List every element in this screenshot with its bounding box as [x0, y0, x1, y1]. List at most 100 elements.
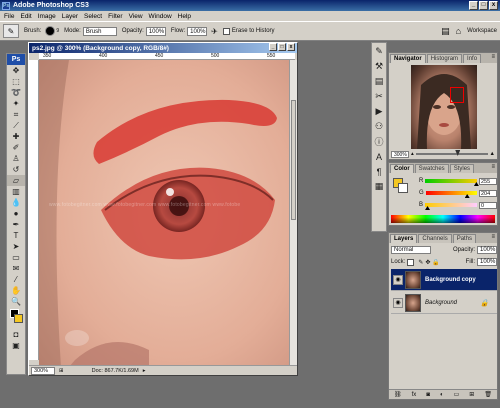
vertical-scrollbar[interactable]	[289, 60, 297, 367]
menu-help[interactable]: Help	[178, 13, 191, 20]
menu-filter[interactable]: Filter	[108, 13, 122, 20]
color-spectrum-bar[interactable]	[391, 215, 495, 223]
palette-well-icon[interactable]: ▤	[441, 26, 450, 37]
gradient-tool-icon[interactable]: ▥	[7, 186, 25, 197]
menu-image[interactable]: Image	[38, 13, 56, 20]
doc-close-button[interactable]: x	[287, 43, 295, 51]
history-panel-icon[interactable]: ✂	[372, 90, 386, 103]
notes-tool-icon[interactable]: ✉	[7, 263, 25, 274]
navigator-view-box[interactable]	[450, 87, 464, 103]
hand-tool-icon[interactable]: ✋	[7, 285, 25, 296]
lock-transparency-icon[interactable]	[407, 258, 415, 266]
blur-tool-icon[interactable]: 💧	[7, 197, 25, 208]
panel-menu-icon[interactable]: ≡	[491, 54, 495, 60]
panel-menu-icon[interactable]: ≡	[491, 234, 495, 240]
tab-styles[interactable]: Styles	[449, 164, 475, 173]
path-selection-tool-icon[interactable]: ➤	[7, 241, 25, 252]
history-brush-tool-icon[interactable]: ↺	[7, 164, 25, 175]
workspace-button[interactable]: Workspace	[467, 28, 497, 34]
layer-row-background[interactable]: ◉ Background 🔒	[391, 292, 497, 314]
quick-mask-icon[interactable]: ◘	[7, 329, 25, 340]
layer-opacity-field[interactable]: 100%	[477, 246, 497, 254]
erase-to-history-checkbox[interactable]	[222, 27, 230, 35]
close-button[interactable]: x	[489, 1, 498, 10]
zoom-tool-icon[interactable]: 🔍	[7, 296, 25, 307]
menu-window[interactable]: Window	[149, 13, 172, 20]
minimize-button[interactable]: _	[469, 1, 478, 10]
red-slider[interactable]	[425, 179, 479, 186]
lock-all-icon[interactable]: 🔒	[432, 259, 439, 266]
airbrush-icon[interactable]: ✈	[211, 27, 218, 36]
character-panel-icon[interactable]: A	[372, 150, 386, 163]
blend-mode-select[interactable]: Normal	[391, 246, 431, 254]
flow-field[interactable]: 100%	[187, 26, 208, 36]
background-color-swatch[interactable]	[14, 314, 23, 323]
layer-comps-icon[interactable]: ▤	[372, 75, 386, 88]
tab-info[interactable]: Info	[463, 54, 482, 63]
slice-tool-icon[interactable]: ⟋	[7, 120, 25, 131]
delete-layer-icon[interactable]: 🗑	[484, 391, 492, 398]
tool-presets-icon[interactable]: ⚒	[372, 60, 386, 73]
tab-navigator[interactable]: Navigator	[390, 54, 426, 63]
swatch-strip-icon[interactable]: ▦	[372, 180, 386, 193]
navigator-thumbnail[interactable]	[411, 65, 477, 149]
green-slider[interactable]	[425, 191, 477, 198]
zoom-field[interactable]: 300%	[31, 366, 55, 375]
clone-stamp-tool-icon[interactable]: ♙	[7, 153, 25, 164]
tab-layers[interactable]: Layers	[390, 234, 418, 243]
menu-file[interactable]: File	[4, 13, 14, 20]
clone-source-icon[interactable]: ⚇	[372, 120, 386, 133]
lock-pixels-icon[interactable]: ✎	[418, 259, 423, 266]
dodge-tool-icon[interactable]: ●	[7, 208, 25, 219]
scrollbar-thumb[interactable]	[291, 100, 296, 220]
menu-layer[interactable]: Layer	[62, 13, 78, 20]
blue-knob[interactable]	[425, 206, 431, 210]
color-swatches[interactable]	[7, 307, 25, 329]
panel-menu-icon[interactable]: ≡	[491, 164, 495, 170]
eraser-tool-icon[interactable]: ▱	[7, 175, 25, 186]
zoom-out-icon[interactable]: ▴	[411, 151, 414, 157]
visibility-eye-icon[interactable]: ◉	[393, 297, 403, 308]
tab-channels[interactable]: Channels	[418, 234, 452, 243]
layer-mask-icon[interactable]: ◙	[426, 392, 430, 398]
menu-view[interactable]: View	[129, 13, 143, 20]
zoom-in-icon[interactable]: ▲	[490, 151, 495, 157]
fill-field[interactable]: 100%	[477, 258, 497, 266]
info-panel-icon[interactable]: ⓘ	[372, 135, 386, 148]
type-tool-icon[interactable]: T	[7, 230, 25, 241]
link-layers-icon[interactable]: ⛓	[394, 391, 402, 398]
magic-wand-tool-icon[interactable]: ✦	[7, 98, 25, 109]
shape-tool-icon[interactable]: ▭	[7, 252, 25, 263]
lasso-tool-icon[interactable]: ➰	[7, 87, 25, 98]
mode-select[interactable]: Brush	[82, 26, 117, 36]
new-layer-icon[interactable]: ⊞	[469, 391, 474, 398]
menu-select[interactable]: Select	[84, 13, 102, 20]
red-value-field[interactable]: 255	[479, 177, 497, 185]
healing-brush-tool-icon[interactable]: ✚	[7, 131, 25, 142]
eraser-tool-preset-icon[interactable]: ✎	[3, 24, 19, 38]
layer-style-icon[interactable]: fx	[412, 392, 417, 398]
brush-tool-icon[interactable]: ✐	[7, 142, 25, 153]
adjustment-layer-icon[interactable]: ◐	[440, 392, 444, 398]
marquee-tool-icon[interactable]: ⬚	[7, 76, 25, 87]
blue-slider[interactable]	[425, 203, 477, 210]
menu-edit[interactable]: Edit	[20, 13, 31, 20]
paragraph-panel-icon[interactable]: ¶	[372, 165, 386, 178]
image-canvas[interactable]: www.fotobegitner.com www.fotobegitner.co…	[39, 60, 291, 367]
tab-swatches[interactable]: Swatches	[414, 164, 449, 173]
green-knob[interactable]	[464, 194, 470, 198]
pen-tool-icon[interactable]: ✒	[7, 219, 25, 230]
lock-position-icon[interactable]: ✥	[425, 259, 430, 266]
tab-histogram[interactable]: Histogram	[426, 54, 463, 63]
brush-preview-icon[interactable]	[45, 26, 56, 36]
opacity-field[interactable]: 100%	[145, 26, 166, 36]
brushes-panel-icon[interactable]: ✎	[372, 45, 386, 58]
navigator-zoom-slider[interactable]	[415, 150, 488, 156]
crop-tool-icon[interactable]: ⌗	[7, 109, 25, 120]
actions-panel-icon[interactable]: ▶	[372, 105, 386, 118]
status-menu-arrow-icon[interactable]: ▸	[143, 368, 146, 374]
tab-paths[interactable]: Paths	[452, 234, 477, 243]
doc-maximize-button[interactable]: □	[278, 43, 286, 51]
navigator-zoom-field[interactable]: 300%	[391, 150, 409, 158]
blue-value-field[interactable]: 0	[479, 201, 497, 209]
